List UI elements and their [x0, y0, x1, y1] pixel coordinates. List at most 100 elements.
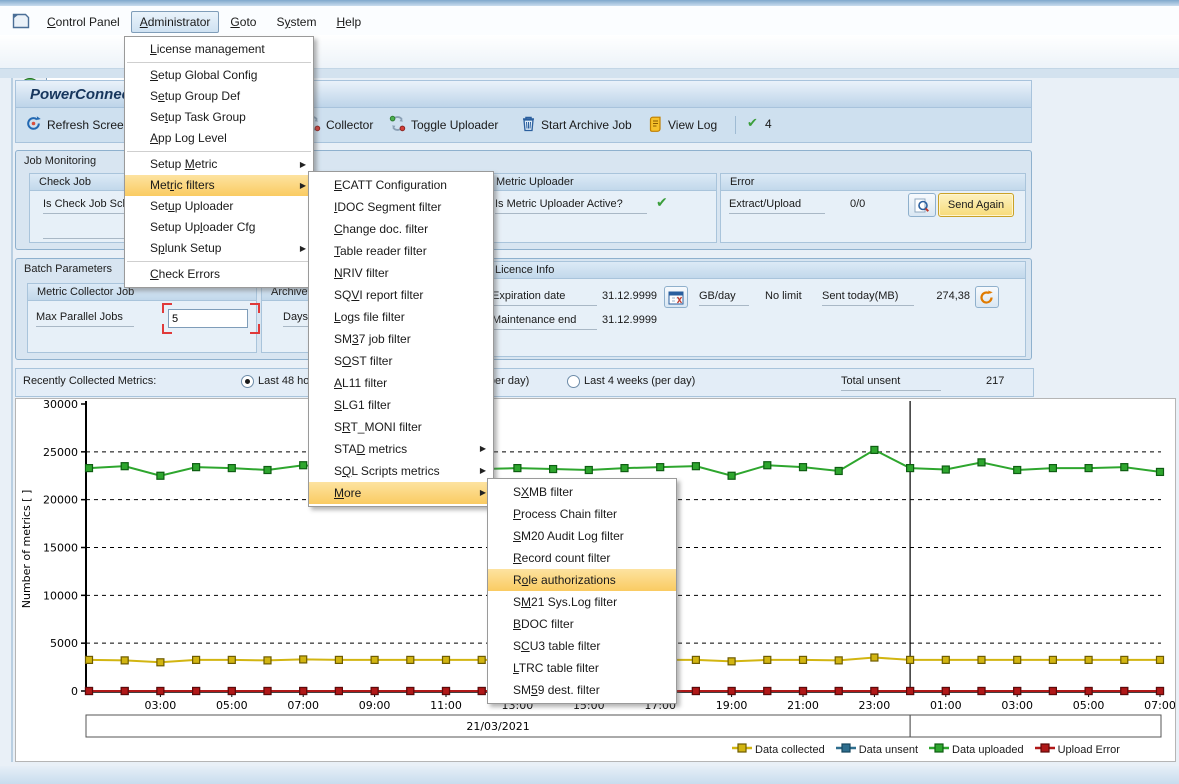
menu-item-logs-file-filter[interactable]: Logs file filter: [309, 306, 493, 328]
menu-item-app-log-level[interactable]: App Log Level: [125, 128, 313, 149]
svg-text:03:00: 03:00: [145, 699, 177, 712]
submenu-arrow-icon: ▶: [480, 482, 486, 504]
resend-refresh-icon[interactable]: [975, 286, 999, 308]
metric-uploader-panel: Metric Uploader Is Metric Uploader Activ…: [486, 173, 717, 243]
max-parallel-jobs-input[interactable]: [168, 309, 248, 328]
svg-text:07:00: 07:00: [287, 699, 319, 712]
menu-item-role-authorizations[interactable]: Role authorizations: [488, 569, 676, 591]
svg-text:21/03/2021: 21/03/2021: [466, 720, 529, 733]
svg-text:10000: 10000: [43, 589, 78, 602]
maintenance-end-value: 31.12.9999: [602, 314, 657, 326]
menu-item-setup-uploader[interactable]: Setup Uploader: [125, 196, 313, 217]
focus-corner: [162, 303, 172, 313]
submenu-arrow-icon: ▶: [300, 238, 306, 259]
refresh-icon: [25, 115, 42, 135]
menu-item-sm37-job-filter[interactable]: SM37 job filter: [309, 328, 493, 350]
menu-item-table-reader-filter[interactable]: Table reader filter: [309, 240, 493, 262]
extract-upload-value: 0/0: [850, 198, 865, 210]
calendar-icon[interactable]: [664, 286, 688, 308]
menu-item-sm21-sys-log-filter[interactable]: SM21 Sys.Log filter: [488, 591, 676, 613]
metrics-bar-label: Recently Collected Metrics:: [23, 375, 156, 387]
powerconnect-control-panel: { "window": { "menubar": [ {"label":"Con…: [0, 0, 1179, 784]
menu-item-record-count-filter[interactable]: Record count filter: [488, 547, 676, 569]
status-bar: [0, 766, 1179, 784]
menu-item-nriv-filter[interactable]: NRIV filter: [309, 262, 493, 284]
legend-item-upload-error: Upload Error: [1035, 743, 1120, 756]
radio-last-48-hours[interactable]: [241, 375, 254, 388]
menu-item-more[interactable]: More▶: [309, 482, 493, 504]
radio-last-4-weeks-per-day[interactable]: [567, 375, 580, 388]
menu-item-al11-filter[interactable]: AL11 filter: [309, 372, 493, 394]
focus-corner: [250, 303, 260, 313]
job-monitoring-title: Job Monitoring: [24, 155, 96, 167]
uploader-active-label: Is Metric Uploader Active?: [495, 198, 647, 214]
menu-item-sql-scripts-metrics[interactable]: SQL Scripts metrics▶: [309, 460, 493, 482]
menu-item-sm59-dest-filter[interactable]: SM59 dest. filter: [488, 679, 676, 701]
administrator-menu: License managementSetup Global ConfigSet…: [124, 36, 314, 288]
metric-filters-submenu: ECATT ConfigurationIDOC Segment filterCh…: [308, 171, 494, 507]
log-icon: [647, 116, 663, 135]
legend-marker-icon: [732, 743, 752, 756]
page-title: PowerConnect: [30, 86, 135, 103]
menu-item-check-errors[interactable]: Check Errors: [125, 264, 313, 285]
menubar-item-help[interactable]: Help: [327, 11, 370, 33]
licence-info-header: Licence Info: [486, 262, 1025, 279]
menu-separator: [127, 151, 311, 152]
menu-item-license-management[interactable]: License management: [125, 39, 313, 60]
menu-item-sm20-audit-log-filter[interactable]: SM20 Audit Log filter: [488, 525, 676, 547]
menu-item-change-doc-filter[interactable]: Change doc. filter: [309, 218, 493, 240]
toggle-uploader-button[interactable]: Toggle Uploader: [389, 115, 498, 135]
max-parallel-jobs-label: Max Parallel Jobs: [36, 311, 134, 327]
menubar-item-control-panel[interactable]: Control Panel: [38, 11, 129, 33]
legend-item-data-uploaded: Data uploaded: [929, 743, 1024, 756]
refresh-screen-button[interactable]: Refresh Screen: [25, 115, 130, 135]
menu-item-ltrc-table-filter[interactable]: LTRC table filter: [488, 657, 676, 679]
metrics-period-bar: Recently Collected Metrics: Last 48 hour…: [15, 368, 1034, 397]
menu-item-bdoc-filter[interactable]: BDOC filter: [488, 613, 676, 635]
menu-item-ecatt-configuration[interactable]: ECATT Configuration: [309, 174, 493, 196]
svg-text:11:00: 11:00: [430, 699, 462, 712]
maintenance-end-label: Maintenance end: [492, 314, 597, 330]
sent-today-value: 274,38: [930, 290, 970, 302]
menu-item-sxmb-filter[interactable]: SXMB filter: [488, 481, 676, 503]
legend-item-data-unsent: Data unsent: [836, 743, 918, 756]
screen-icon[interactable]: [12, 13, 30, 32]
menubar-item-administrator[interactable]: Administrator: [131, 11, 220, 33]
menu-item-process-chain-filter[interactable]: Process Chain filter: [488, 503, 676, 525]
menu-item-splunk-setup[interactable]: Splunk Setup▶: [125, 238, 313, 259]
view-log-button[interactable]: View Log: [647, 115, 717, 135]
menu-item-sost-filter[interactable]: SOST filter: [309, 350, 493, 372]
menu-item-setup-metric[interactable]: Setup Metric▶: [125, 154, 313, 175]
svg-text:30000: 30000: [43, 399, 78, 411]
success-check-icon: ✔: [747, 115, 758, 131]
menu-item-stad-metrics[interactable]: STAD metrics▶: [309, 438, 493, 460]
menu-item-metric-filters[interactable]: Metric filters▶: [125, 175, 313, 196]
action-button-label: Start Archive Job: [541, 118, 632, 132]
menu-item-sqvi-report-filter[interactable]: SQVI report filter: [309, 284, 493, 306]
svg-text:5000: 5000: [50, 637, 78, 650]
menu-item-slg1-filter[interactable]: SLG1 filter: [309, 394, 493, 416]
action-bar-separator: [735, 116, 736, 134]
send-again-button[interactable]: Send Again: [938, 193, 1014, 217]
menu-item-idoc-segment-filter[interactable]: IDOC Segment filter: [309, 196, 493, 218]
svg-text:23:00: 23:00: [859, 699, 891, 712]
focus-corner: [250, 324, 260, 334]
submenu-arrow-icon: ▶: [300, 154, 306, 175]
collector-button[interactable]: Collector: [304, 115, 373, 135]
menu-item-srt-moni-filter[interactable]: SRT_MONI filter: [309, 416, 493, 438]
menu-item-scu3-table-filter[interactable]: SCU3 table filter: [488, 635, 676, 657]
action-button-label: View Log: [668, 118, 717, 132]
legend-marker-icon: [929, 743, 949, 756]
licence-info-panel: Licence Info Expiration date 31.12.9999 …: [485, 261, 1026, 357]
menubar-item-system[interactable]: System: [267, 11, 325, 33]
menu-item-setup-task-group[interactable]: Setup Task Group: [125, 107, 313, 128]
legend-label: Upload Error: [1058, 744, 1120, 756]
menu-separator: [127, 62, 311, 63]
menu-item-setup-uploader-cfg[interactable]: Setup Uploader Cfg: [125, 217, 313, 238]
display-errors-button[interactable]: [908, 193, 936, 217]
menu-item-setup-global-config[interactable]: Setup Global Config: [125, 65, 313, 86]
menu-item-setup-group-def[interactable]: Setup Group Def: [125, 86, 313, 107]
start-archive-job-button[interactable]: Start Archive Job: [521, 115, 632, 135]
trash-icon: [521, 115, 536, 135]
menubar-item-goto[interactable]: Goto: [221, 11, 265, 33]
